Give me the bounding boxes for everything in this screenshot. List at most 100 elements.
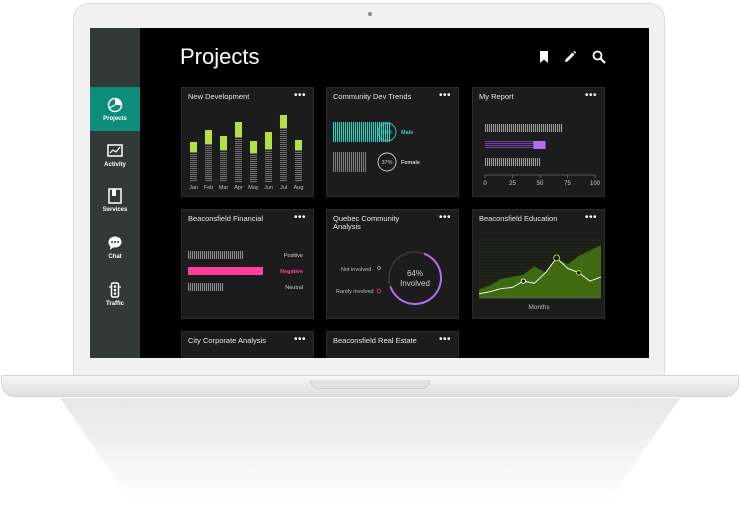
bar-neutral	[188, 283, 224, 291]
circle-marker-icon	[376, 288, 382, 294]
financial-chart: Positive Negative Neutral	[188, 251, 303, 291]
ring-label: Involved	[400, 279, 430, 288]
ring-value: 64%	[407, 269, 423, 278]
bar-base-apr	[235, 137, 242, 183]
camera-dot	[368, 12, 372, 16]
card-real-estate[interactable]: Beaconsfield Real Estate •••	[326, 331, 459, 358]
data-point-marker	[520, 278, 527, 284]
edit-pencil-icon[interactable]	[563, 50, 577, 64]
x-tick-label: May	[248, 185, 259, 191]
more-options-icon[interactable]: •••	[439, 212, 451, 223]
sidebar-item-chat[interactable]: Chat	[90, 225, 140, 269]
more-options-icon[interactable]: •••	[294, 334, 306, 345]
bar-top-mar	[220, 136, 227, 150]
laptop-mockup: Projects Activity Services Chat Traffic …	[0, 0, 740, 508]
card-my-report[interactable]: 0 25 50 75 100 My Report •••	[472, 87, 605, 197]
community-dev-trends-chart: 63% Male 37% Female	[333, 122, 420, 172]
percent-label: 63%	[381, 130, 392, 136]
x-tick-label: 75	[564, 181, 571, 187]
bar-female	[333, 152, 367, 172]
card-community-dev-trends[interactable]: 63% Male 37% Female Community Dev Trends ••…	[326, 87, 459, 197]
card-title: City Corporate Analysis	[188, 336, 266, 345]
services-book-icon	[108, 187, 122, 204]
sidebar-item-projects[interactable]: Projects	[90, 87, 140, 131]
legend-not-involved: Not involved	[341, 267, 371, 273]
x-tick-label: Apr	[234, 185, 243, 191]
laptop-notch	[310, 380, 430, 389]
bar-base-aug	[295, 150, 302, 182]
diamond-marker-icon	[376, 265, 382, 271]
card-title: Beaconsfield Financial	[188, 214, 264, 223]
bar-top-feb	[205, 130, 212, 144]
bar-base-jun	[265, 149, 272, 183]
x-tick-label: 50	[537, 181, 544, 187]
new-development-chart: Jan Feb Mar Apr May Jun Jul Aug	[189, 115, 304, 191]
bar-base-may	[250, 153, 257, 183]
card-title: Quebec Community Analysis	[333, 214, 400, 231]
app-screen: Projects Activity Services Chat Traffic …	[90, 28, 649, 358]
bar-top-jul	[280, 115, 287, 128]
more-options-icon[interactable]: •••	[585, 212, 597, 223]
bar-top-jan	[190, 142, 197, 152]
bar-base-feb	[205, 144, 212, 182]
category-label: Male	[401, 130, 413, 136]
bar-base-jul	[280, 128, 287, 182]
sidebar-item-label: Activity	[104, 161, 126, 168]
category-label: Negative	[280, 269, 303, 275]
education-chart: Months	[478, 239, 602, 311]
report-bar-2-highlight	[533, 141, 546, 149]
more-options-icon[interactable]: •••	[294, 90, 306, 101]
x-tick-label: 25	[509, 181, 516, 187]
category-label: Neutral	[285, 285, 303, 291]
more-options-icon[interactable]: •••	[585, 90, 597, 101]
bar-top-may	[250, 141, 257, 153]
card-title: Community Dev Trends	[333, 92, 412, 101]
x-tick-label: Jan	[189, 185, 198, 191]
more-options-icon[interactable]: •••	[439, 90, 451, 101]
legend-rarely-involved: Rarely involved	[336, 289, 374, 295]
more-options-icon[interactable]: •••	[439, 334, 451, 345]
bar-negative	[188, 267, 263, 275]
traffic-light-icon	[109, 281, 121, 298]
bar-base-mar	[220, 150, 227, 182]
card-title: Beaconsfield Real Estate	[333, 336, 417, 345]
bar-top-aug	[295, 140, 302, 150]
category-label: Positive	[284, 253, 303, 259]
bar-positive	[188, 251, 244, 259]
my-report-chart: 0 25 50 75 100	[483, 124, 601, 187]
page-title: Projects	[180, 44, 260, 69]
x-tick-label: Mar	[219, 185, 229, 191]
card-beaconsfield-education[interactable]: Months Beaconsfield Education •••	[472, 209, 605, 319]
card-city-corporate[interactable]: City Corporate Analysis •••	[181, 331, 314, 358]
x-axis-label: Months	[528, 304, 550, 311]
x-tick-label: Aug	[294, 185, 304, 191]
category-label: Female	[401, 160, 420, 166]
sidebar-item-services[interactable]: Services	[90, 178, 140, 222]
chat-bubble-icon	[108, 236, 122, 250]
sidebar-item-label: Services	[102, 206, 128, 213]
card-title: New Development	[188, 92, 250, 101]
sidebar-item-traffic[interactable]: Traffic	[90, 272, 140, 316]
card-quebec-community[interactable]: Not involved Rarely involved 64% Involve…	[326, 209, 459, 319]
bookmark-icon[interactable]	[537, 50, 551, 64]
report-bar-1	[485, 124, 563, 132]
more-options-icon[interactable]: •••	[294, 212, 306, 223]
sidebar-item-label: Projects	[103, 115, 127, 122]
card-beaconsfield-financial[interactable]: Positive Negative Neutral Beaconsfield Fin…	[181, 209, 314, 319]
x-tick-label: Jul	[280, 185, 287, 191]
card-new-development[interactable]: Jan Feb Mar Apr May Jun Jul Aug New Development…	[181, 87, 314, 197]
sidebar-item-label: Chat	[108, 253, 122, 260]
bar-top-jun	[265, 132, 272, 149]
bar-base-jan	[190, 152, 197, 182]
report-bar-3	[485, 158, 541, 166]
sidebar-item-activity[interactable]: Activity	[90, 133, 140, 177]
bar-top-apr	[235, 122, 242, 137]
laptop-shadow	[60, 398, 680, 506]
sidebar-item-label: Traffic	[105, 300, 124, 307]
data-point-marker	[553, 254, 561, 262]
x-tick-label: Feb	[204, 185, 213, 191]
card-title: Beaconsfield Education	[479, 214, 558, 223]
report-bar-2-base	[485, 141, 534, 149]
search-icon[interactable]	[592, 50, 606, 64]
percent-label: 37%	[381, 160, 392, 166]
